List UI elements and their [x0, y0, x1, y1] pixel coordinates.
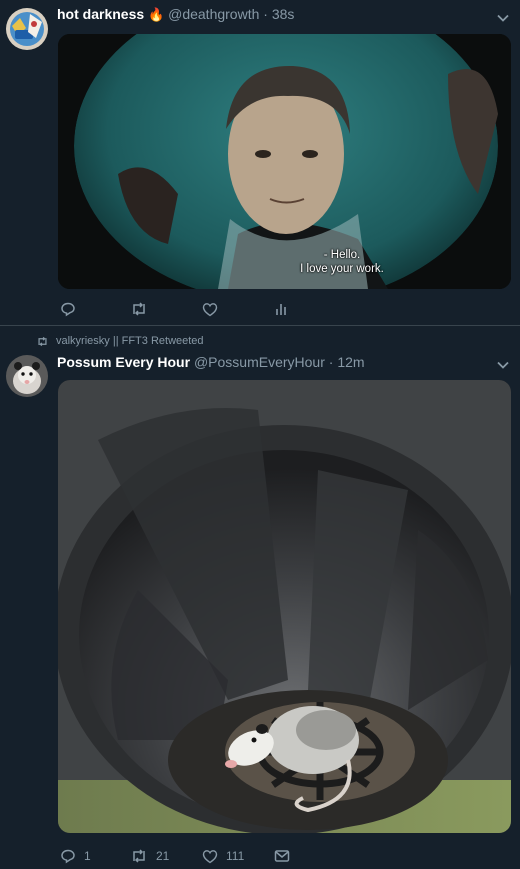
subtitle-line: I love your work. — [300, 263, 384, 275]
movie-still-image — [58, 34, 511, 289]
display-name[interactable]: hot darkness — [57, 6, 144, 22]
retweet-icon — [38, 336, 47, 346]
tweet-2[interactable]: valkyriesky || FFT3 Retweeted Possum Eve… — [0, 326, 520, 869]
message-icon — [274, 850, 290, 862]
retweet-context: valkyriesky || FFT3 Retweeted — [36, 335, 204, 347]
like-icon — [202, 302, 218, 316]
chevron-down-icon[interactable] — [496, 11, 510, 25]
reply-icon — [61, 849, 75, 864]
reply-count: 1 — [84, 849, 91, 863]
reply-button[interactable] — [60, 301, 130, 317]
fire-emoji: 🔥 — [148, 7, 165, 22]
analytics-icon — [276, 304, 286, 315]
retweeted-by-text[interactable]: valkyriesky || FFT3 Retweeted — [56, 335, 204, 347]
like-button[interactable] — [202, 302, 274, 317]
timestamp[interactable]: · 12m — [329, 354, 365, 370]
tweet-header: hot darkness 🔥 @deathgrowth · 38s — [57, 6, 294, 23]
timestamp[interactable]: · 38s — [263, 6, 294, 22]
avatar[interactable] — [6, 355, 48, 397]
tweet-actions — [60, 301, 288, 317]
chevron-down-icon[interactable] — [496, 358, 510, 372]
retweet-button[interactable] — [130, 301, 202, 317]
tweet-media[interactable] — [58, 380, 511, 833]
tweet-1[interactable]: hot darkness 🔥 @deathgrowth · 38s - Hell… — [0, 0, 520, 325]
direct-message-button[interactable] — [274, 849, 290, 863]
analytics-button[interactable] — [274, 302, 288, 316]
handle[interactable]: @deathgrowth — [168, 6, 259, 22]
retweet-icon — [133, 302, 145, 316]
avatar[interactable] — [6, 8, 48, 50]
handle[interactable]: @PossumEveryHour — [194, 354, 325, 370]
like-icon — [202, 849, 218, 863]
retweet-button[interactable]: 21 — [130, 848, 202, 864]
retweet-icon — [133, 849, 145, 863]
display-name[interactable]: Possum Every Hour — [57, 354, 190, 370]
possum-in-trash-can-image — [58, 380, 511, 833]
retweet-count: 21 — [156, 849, 170, 863]
tweet-header: Possum Every Hour @PossumEveryHour · 12m — [57, 354, 365, 370]
subtitle-line: - Hello. — [323, 249, 361, 261]
reply-button[interactable]: 1 — [60, 848, 130, 864]
video-subtitles: - Hello. I love your work. — [296, 248, 388, 276]
tweet-media[interactable]: - Hello. I love your work. — [58, 34, 511, 289]
like-count: 111 — [226, 849, 245, 863]
tweet-actions: 1 21 111 — [60, 848, 290, 864]
reply-icon — [61, 302, 75, 317]
like-button[interactable]: 111 — [202, 849, 274, 864]
